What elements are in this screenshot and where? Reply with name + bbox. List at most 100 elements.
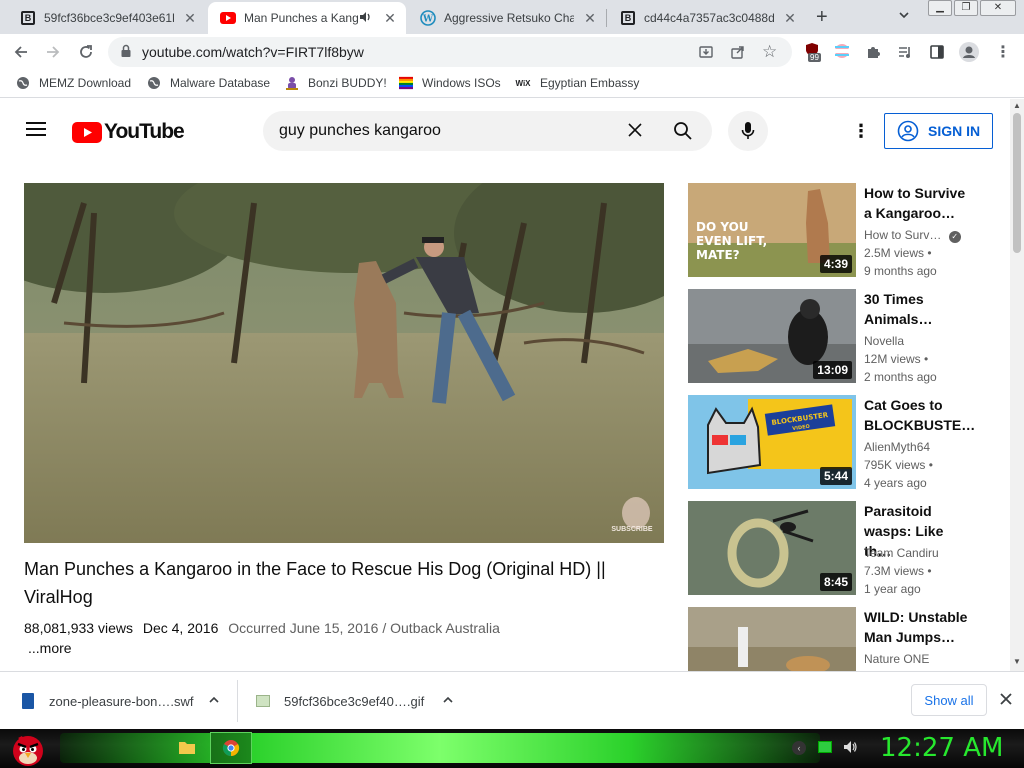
channel-name[interactable]: Nature ONE xyxy=(864,652,929,666)
settings-menu-icon[interactable]: ⋮ xyxy=(852,121,870,142)
install-app-icon[interactable] xyxy=(698,44,714,65)
recommended-video-5[interactable]: WILD: Unstable Man Jumps… Nature ONE xyxy=(688,607,988,671)
rec-view-count: 7.3M views • xyxy=(864,564,932,578)
scroll-down-icon[interactable]: ▼ xyxy=(1013,657,1021,666)
speaker-icon[interactable] xyxy=(358,10,372,27)
page-scrollbar[interactable]: ▲ ▼ xyxy=(1010,99,1024,671)
video-player[interactable]: SUBSCRIBE xyxy=(24,183,664,543)
recommended-title[interactable]: 30 Times Animals… xyxy=(864,289,968,329)
video-thumbnail[interactable]: 13:09 xyxy=(688,289,856,383)
account-icon xyxy=(897,120,919,142)
rec-age: 9 months ago xyxy=(864,264,937,278)
window-close-icon[interactable]: ✕ xyxy=(980,0,1016,16)
video-duration: 5:44 xyxy=(819,467,852,485)
reload-icon[interactable] xyxy=(75,41,97,63)
address-bar[interactable]: youtube.com/watch?v=FIRT7lf8byw ☆ xyxy=(108,37,792,67)
lock-icon[interactable] xyxy=(120,44,132,63)
extensions-puzzle-icon[interactable] xyxy=(862,41,884,63)
tab-title: Man Punches a Kang xyxy=(244,11,359,25)
title-line: BLOCKBUSTE… xyxy=(864,417,976,433)
bookmark-malware-database[interactable]: Malware Database xyxy=(147,76,270,90)
video-thumbnail[interactable]: BLOCKBUSTER VIDEO 5:44 xyxy=(688,395,856,489)
video-thumbnail[interactable]: 8:45 xyxy=(688,501,856,595)
bookmark-windows-isos[interactable]: Windows ISOs xyxy=(399,76,501,90)
tab-search-chevron-icon[interactable] xyxy=(898,8,910,26)
show-hidden-icons-icon[interactable]: ‹ xyxy=(792,741,806,755)
chrome-taskbar-button[interactable] xyxy=(210,732,252,764)
recommended-title[interactable]: WILD: Unstable Man Jumps… xyxy=(864,607,968,647)
download-item-1[interactable]: zone-pleasure-bon….swf xyxy=(22,672,232,730)
restore-icon[interactable]: ❐ xyxy=(954,0,978,16)
bookmark-memz[interactable]: MEMZ Download xyxy=(16,76,131,90)
angry-bird-start-icon[interactable] xyxy=(10,730,46,768)
recommended-title[interactable]: How to Survive a Kangaroo… xyxy=(864,183,968,223)
rec-age: 2 months ago xyxy=(864,370,937,384)
show-all-button[interactable]: Show all xyxy=(911,684,987,716)
browser-menu-icon[interactable]: ⋮ xyxy=(992,41,1014,63)
recommended-title[interactable]: Cat Goes to BLOCKBUSTE… xyxy=(864,395,975,435)
volume-icon[interactable] xyxy=(842,739,858,760)
channel-label: How to Surv… xyxy=(864,228,942,242)
sign-in-button[interactable]: SIGN IN xyxy=(884,113,993,149)
star-icon[interactable]: ☆ xyxy=(762,42,777,62)
file-explorer-icon[interactable] xyxy=(178,739,196,760)
youtube-play-icon xyxy=(72,121,102,143)
scroll-thumb[interactable] xyxy=(1013,113,1021,253)
more-link[interactable]: ...more xyxy=(28,640,72,656)
tab-gif-2[interactable]: B cd44c4a7357ac3c0488d4 ✕ xyxy=(608,2,806,34)
voice-search-button[interactable] xyxy=(728,111,768,151)
video-thumbnail[interactable] xyxy=(688,607,856,671)
forward-icon[interactable] xyxy=(42,41,64,63)
upload-date: Dec 4, 2016 xyxy=(142,620,219,636)
search-icon[interactable] xyxy=(673,121,693,146)
recommended-video-2[interactable]: 13:09 30 Times Animals… Novella 12M views… xyxy=(688,289,988,384)
video-thumbnail[interactable]: DO YOU EVEN LIFT, MATE? 4:39 xyxy=(688,183,856,277)
bookmark-bonzi-buddy[interactable]: Bonzi BUDDY! xyxy=(285,76,387,90)
close-icon[interactable]: ✕ xyxy=(182,10,198,26)
media-control-icon[interactable] xyxy=(894,41,916,63)
bookmark-label: Malware Database xyxy=(170,76,271,90)
clear-search-icon[interactable] xyxy=(627,122,643,143)
recommended-video-1[interactable]: DO YOU EVEN LIFT, MATE? 4:39 How to Surv… xyxy=(688,183,988,278)
taskbar-clock[interactable]: 12:27 AM xyxy=(880,733,1003,763)
side-panel-icon[interactable] xyxy=(926,41,948,63)
recommended-video-3[interactable]: BLOCKBUSTER VIDEO 5:44 Cat Goes to BLOCKB… xyxy=(688,395,988,490)
network-icon[interactable] xyxy=(818,741,832,753)
bookmark-egyptian-embassy[interactable]: WiX Egyptian Embassy xyxy=(515,76,639,90)
back-icon[interactable] xyxy=(10,41,32,63)
hamburger-menu-icon[interactable] xyxy=(26,121,46,142)
youtube-icon xyxy=(220,10,236,26)
new-tab-icon[interactable]: + xyxy=(816,6,828,29)
channel-name[interactable]: AlienMyth64 xyxy=(864,440,930,454)
download-filename: 59fcf36bce3c9ef40….gif xyxy=(284,693,425,709)
thumbnail-text: EVEN LIFT, xyxy=(696,234,767,248)
taskbar: ‹ 12:27 AM xyxy=(0,729,1024,768)
channel-name[interactable]: Team Candiru xyxy=(864,546,939,560)
search-input[interactable]: guy punches kangaroo xyxy=(279,122,441,140)
chevron-up-icon[interactable] xyxy=(208,694,220,709)
close-download-shelf-icon[interactable] xyxy=(999,692,1013,711)
share-icon[interactable] xyxy=(730,44,746,65)
url-text[interactable]: youtube.com/watch?v=FIRT7lf8byw xyxy=(142,44,364,60)
profile-avatar-icon[interactable] xyxy=(958,41,980,63)
scroll-up-icon[interactable]: ▲ xyxy=(1013,101,1021,110)
tab-gif-1[interactable]: B 59fcf36bce3c9ef403e61b ✕ xyxy=(8,2,206,34)
tab-youtube-video[interactable]: Man Punches a Kang ✕ xyxy=(208,2,406,34)
minimize-icon[interactable]: ▁ xyxy=(928,0,952,16)
download-item-2[interactable]: 59fcf36bce3c9ef40….gif xyxy=(256,672,466,730)
title-line: Animals… xyxy=(864,311,933,327)
close-icon[interactable]: ✕ xyxy=(782,10,798,26)
youtube-logo[interactable]: YouTube xyxy=(72,120,185,144)
search-box[interactable]: guy punches kangaroo xyxy=(263,111,712,151)
close-icon[interactable]: ✕ xyxy=(582,10,598,26)
subscribe-watermark[interactable]: SUBSCRIBE xyxy=(611,526,653,533)
recommended-video-4[interactable]: 8:45 Parasitoid wasps: Like th… Team Cand… xyxy=(688,501,988,596)
tab-strip: B 59fcf36bce3c9ef403e61b ✕ Man Punches a… xyxy=(0,0,1024,34)
close-icon[interactable]: ✕ xyxy=(382,10,398,26)
pride-extension-icon[interactable] xyxy=(834,43,850,64)
chevron-up-icon[interactable] xyxy=(442,694,454,709)
tab-wordpress[interactable]: W Aggressive Retsuko Chara ✕ xyxy=(408,2,606,34)
channel-name[interactable]: Novella xyxy=(864,334,904,348)
b-page-icon: B xyxy=(620,10,636,26)
channel-name[interactable]: How to Surv… ✓ xyxy=(864,228,961,243)
